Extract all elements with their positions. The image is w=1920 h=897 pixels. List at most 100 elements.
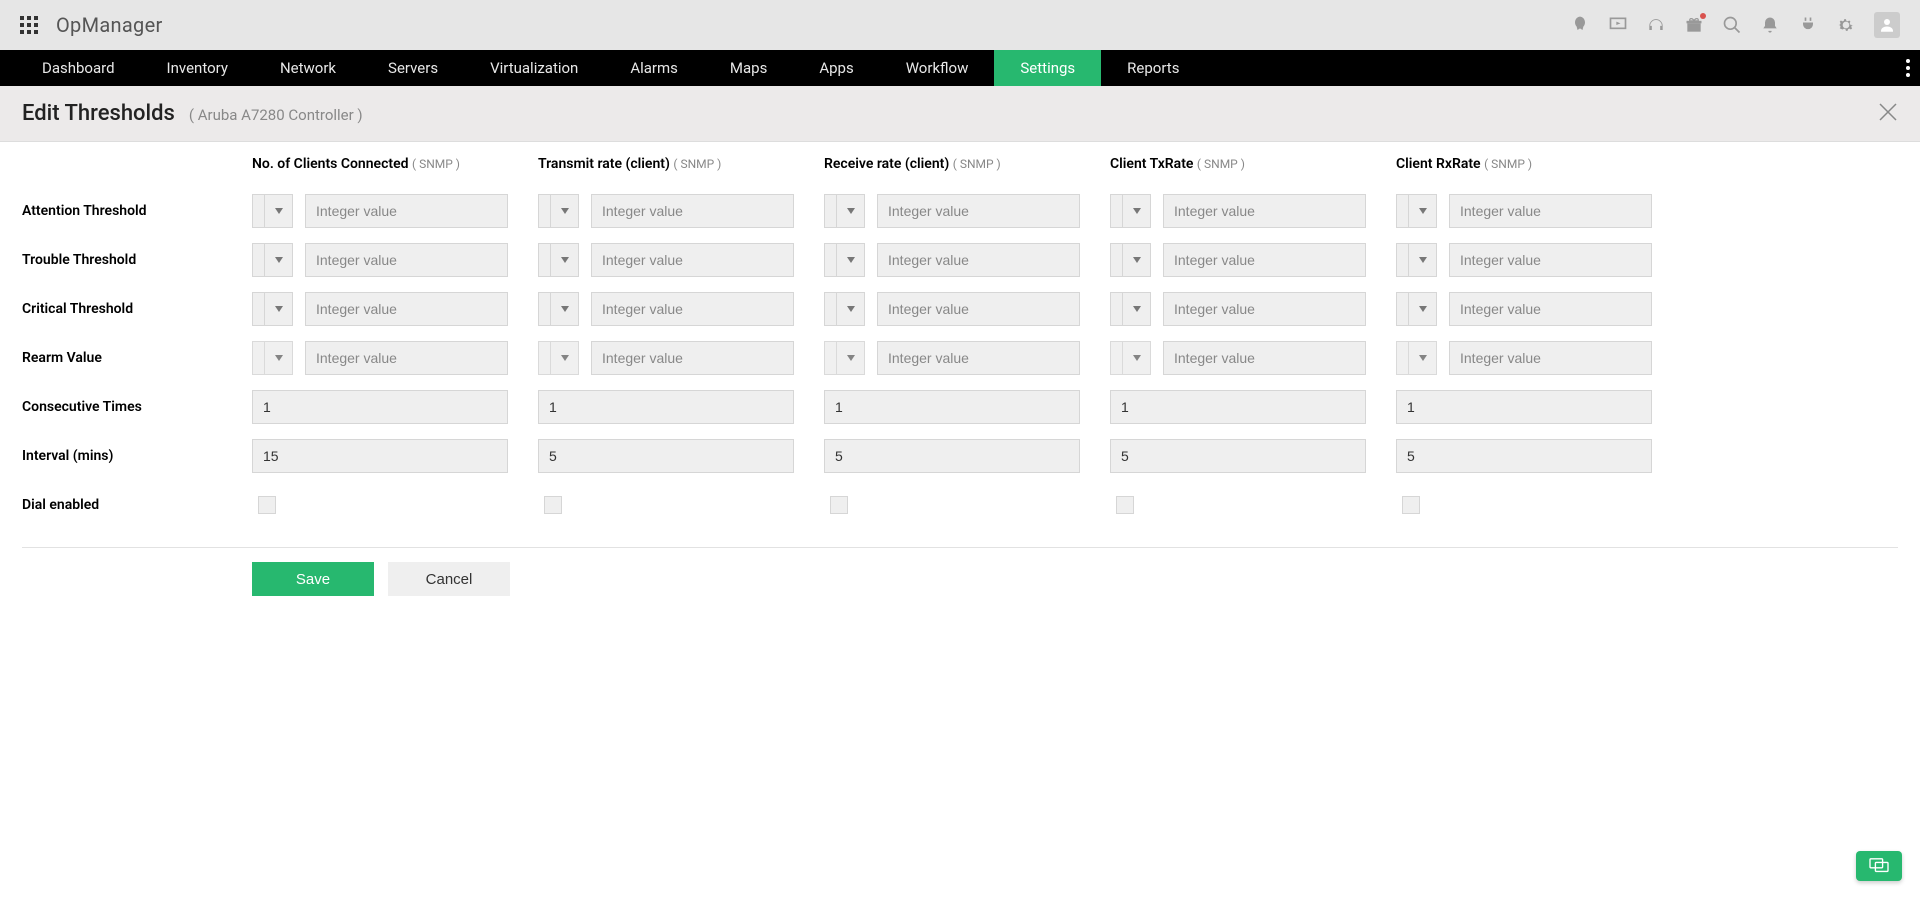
row-label-trouble: Trouble Threshold	[22, 235, 252, 284]
nav-item-virtualization[interactable]: Virtualization	[464, 50, 604, 86]
threshold-value-input[interactable]	[1163, 341, 1366, 375]
nav-more-icon[interactable]	[1906, 50, 1910, 86]
gift-icon[interactable]	[1684, 15, 1704, 35]
consecutive-times-input[interactable]	[1110, 390, 1366, 424]
threshold-value-input[interactable]	[1163, 292, 1366, 326]
dial-enabled-checkbox[interactable]	[1402, 496, 1420, 514]
nav-item-alarms[interactable]: Alarms	[604, 50, 704, 86]
metric-protocol: ( SNMP )	[412, 157, 460, 171]
columns-scroll[interactable]: No. of Clients Connected ( SNMP )Transmi…	[252, 156, 1898, 541]
metric-column: Transmit rate (client) ( SNMP )	[538, 156, 794, 529]
nav-item-network[interactable]: Network	[254, 50, 362, 86]
threshold-value-input[interactable]	[1449, 341, 1652, 375]
nav-item-settings[interactable]: Settings	[994, 50, 1101, 86]
threshold-value-input[interactable]	[591, 341, 794, 375]
threshold-value-input[interactable]	[305, 341, 508, 375]
interval-input[interactable]	[252, 439, 508, 473]
interval-input[interactable]	[1396, 439, 1652, 473]
nav-item-workflow[interactable]: Workflow	[880, 50, 995, 86]
threshold-value-input[interactable]	[305, 243, 508, 277]
user-avatar[interactable]	[1874, 12, 1900, 38]
brand-title: OpManager	[56, 13, 163, 37]
threshold-value-input[interactable]	[877, 341, 1080, 375]
threshold-value-input[interactable]	[1449, 243, 1652, 277]
dial-enabled-checkbox[interactable]	[1116, 496, 1134, 514]
operator-select[interactable]	[1110, 292, 1151, 326]
threshold-value-input[interactable]	[305, 194, 508, 228]
nav-item-maps[interactable]: Maps	[704, 50, 793, 86]
search-icon[interactable]	[1722, 15, 1742, 35]
operator-select	[1110, 341, 1151, 375]
presentation-icon[interactable]	[1608, 15, 1628, 35]
threshold-value-input[interactable]	[877, 292, 1080, 326]
row-label-dial: Dial enabled	[22, 480, 252, 529]
consecutive-times-input[interactable]	[252, 390, 508, 424]
main-nav: DashboardInventoryNetworkServersVirtuali…	[0, 50, 1920, 86]
operator-select[interactable]	[538, 292, 579, 326]
consecutive-times-input[interactable]	[824, 390, 1080, 424]
page-subtitle: ( Aruba A7280 Controller )	[189, 106, 363, 124]
metric-column: Receive rate (client) ( SNMP )	[824, 156, 1080, 529]
threshold-value-input[interactable]	[1449, 194, 1652, 228]
operator-select	[252, 341, 293, 375]
interval-input[interactable]	[824, 439, 1080, 473]
consecutive-times-input[interactable]	[1396, 390, 1652, 424]
operator-select[interactable]	[252, 194, 293, 228]
operator-select[interactable]	[1396, 243, 1437, 277]
cancel-button[interactable]: Cancel	[388, 562, 510, 596]
interval-input[interactable]	[1110, 439, 1366, 473]
row-label-consecutive: Consecutive Times	[22, 382, 252, 431]
operator-select[interactable]	[824, 292, 865, 326]
metric-protocol: ( SNMP )	[1197, 157, 1245, 171]
threshold-value-input[interactable]	[877, 194, 1080, 228]
dial-enabled-checkbox[interactable]	[544, 496, 562, 514]
operator-select[interactable]	[538, 243, 579, 277]
dial-enabled-checkbox[interactable]	[830, 496, 848, 514]
interval-input[interactable]	[538, 439, 794, 473]
metric-header: Receive rate (client) ( SNMP )	[824, 156, 1080, 180]
nav-item-reports[interactable]: Reports	[1101, 50, 1205, 86]
plug-icon[interactable]	[1798, 15, 1818, 35]
nav-item-servers[interactable]: Servers	[362, 50, 464, 86]
operator-select	[824, 341, 865, 375]
threshold-value-input[interactable]	[877, 243, 1080, 277]
threshold-value-input[interactable]	[591, 243, 794, 277]
operator-select[interactable]	[824, 194, 865, 228]
gear-icon[interactable]	[1836, 15, 1856, 35]
close-icon[interactable]	[1878, 102, 1898, 126]
nav-item-dashboard[interactable]: Dashboard	[16, 50, 141, 86]
metric-name: Receive rate (client)	[824, 156, 949, 172]
metric-name: Client RxRate	[1396, 156, 1481, 172]
nav-item-inventory[interactable]: Inventory	[141, 50, 254, 86]
rocket-icon[interactable]	[1570, 15, 1590, 35]
operator-select[interactable]	[538, 194, 579, 228]
bell-icon[interactable]	[1760, 15, 1780, 35]
operator-select[interactable]	[1110, 194, 1151, 228]
consecutive-times-input[interactable]	[538, 390, 794, 424]
headset-icon[interactable]	[1646, 15, 1666, 35]
threshold-value-input[interactable]	[591, 292, 794, 326]
dial-enabled-checkbox[interactable]	[258, 496, 276, 514]
operator-select[interactable]	[1396, 194, 1437, 228]
row-label-column: Attention Threshold Trouble Threshold Cr…	[22, 156, 252, 541]
metric-protocol: ( SNMP )	[1484, 157, 1532, 171]
threshold-value-input[interactable]	[1449, 292, 1652, 326]
operator-select[interactable]	[252, 243, 293, 277]
apps-grid-icon[interactable]	[20, 16, 38, 34]
nav-item-apps[interactable]: Apps	[793, 50, 879, 86]
metric-column: No. of Clients Connected ( SNMP )	[252, 156, 508, 529]
operator-select[interactable]	[824, 243, 865, 277]
operator-select[interactable]	[252, 292, 293, 326]
page-title-bar: Edit Thresholds ( Aruba A7280 Controller…	[0, 86, 1920, 142]
header-left: OpManager	[20, 13, 163, 37]
save-button[interactable]: Save	[252, 562, 374, 596]
threshold-value-input[interactable]	[591, 194, 794, 228]
threshold-value-input[interactable]	[305, 292, 508, 326]
threshold-value-input[interactable]	[1163, 194, 1366, 228]
chat-button[interactable]	[1856, 851, 1902, 881]
threshold-value-input[interactable]	[1163, 243, 1366, 277]
metric-name: Client TxRate	[1110, 156, 1193, 172]
row-label-attention: Attention Threshold	[22, 186, 252, 235]
operator-select[interactable]	[1110, 243, 1151, 277]
operator-select[interactable]	[1396, 292, 1437, 326]
